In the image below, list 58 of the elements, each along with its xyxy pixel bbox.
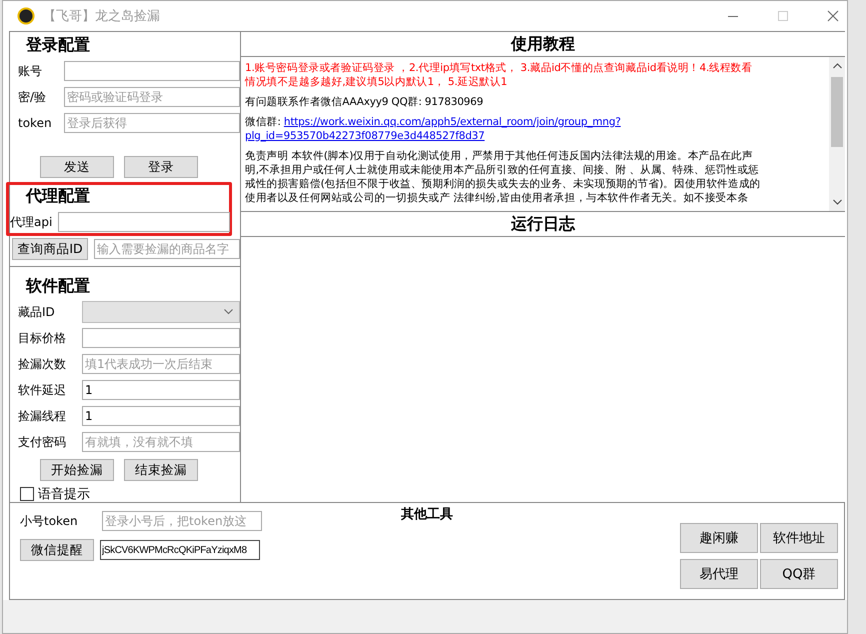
input-field[interactable]: 填1代表成功一次后结束	[82, 354, 240, 374]
maximize-icon[interactable]	[777, 10, 789, 22]
tool-button[interactable]: 软件地址	[760, 523, 838, 553]
input-field[interactable]: 输入需要捡漏的商品名字	[94, 239, 240, 259]
checkbox-label: 语音提示	[38, 486, 90, 503]
action-button[interactable]: 登录	[124, 156, 198, 178]
query-button[interactable]: 查询商品ID	[12, 238, 88, 260]
action-button[interactable]: 结束捡漏	[124, 459, 198, 481]
text-line: 有问题联系作者微信AAAxyy9 QQ群: 917830969	[245, 95, 484, 109]
close-icon[interactable]	[827, 10, 839, 22]
action-button[interactable]: 开始捡漏	[40, 459, 114, 481]
link[interactable]: plg_id=953570b42273f08779e3d448527f8d37	[245, 130, 485, 142]
text-line: 免责声明 本软件(脚本)仅用于自动化测试使用，严禁用于其他任何违反国内法律法规的用途。本产品在此声	[245, 149, 754, 163]
action-button[interactable]: 发送	[40, 156, 114, 178]
field-label: 支付密码	[17, 434, 67, 450]
field-label: 藏品ID	[17, 304, 56, 320]
link-label: 微信群:	[245, 116, 282, 128]
app-logo-icon	[17, 7, 35, 25]
checkbox[interactable]	[20, 487, 34, 501]
text-line: 1.账号密码登录或者验证码登录 ，2.代理ip填写txt格式， 3.藏品id不懂的点查询藏品id看说明！4.线程数看	[245, 61, 754, 75]
tool-button[interactable]: QQ群	[760, 559, 838, 589]
window-title: 【飞哥】龙之岛捡漏	[43, 8, 160, 25]
input-field[interactable]	[64, 61, 240, 81]
scroll-down-icon[interactable]	[832, 199, 842, 205]
field-label: 捡漏线程	[17, 408, 67, 424]
input-field[interactable]: 1	[82, 380, 240, 400]
input-field[interactable]: jSkCV6KWPMcRcQKiPFaYziqxM8	[100, 540, 260, 560]
link[interactable]: https://work.weixin.qq.com/apph5/external_room/join/group_mng?	[284, 116, 621, 128]
field-label: 目标价格	[17, 330, 67, 346]
field-label: 软件延迟	[17, 382, 67, 398]
field-label: 捡漏次数	[17, 356, 67, 372]
input-field[interactable]: 登录小号后，把token放这	[102, 511, 262, 531]
text-line: 明,不承担用户或任何人士就使用或未能使用本产品所引致的任何直接、间接、附 、从属、特殊、惩罚性或惩	[245, 163, 760, 177]
section-heading: 代理配置	[24, 185, 91, 207]
panel-heading: 使用教程	[241, 32, 845, 57]
input-field[interactable]: 密码或验证码登录	[64, 87, 240, 107]
scroll-up-icon[interactable]	[832, 63, 842, 69]
field-label: token	[17, 116, 53, 130]
caret-icon	[224, 309, 233, 315]
field-label: 账号	[17, 62, 43, 80]
scrollbar[interactable]	[829, 57, 845, 211]
input-field[interactable]: 1	[82, 406, 240, 426]
input-field[interactable]	[82, 328, 240, 348]
section-heading: 软件配置	[24, 275, 91, 297]
section-heading: 其他工具	[400, 506, 454, 523]
text-line: 使用者以及任何网站或公司的一切损失或产 法律纠纷,皆由使用者承担，与本软件作者无关。如不接受本条	[245, 191, 750, 205]
field-label: 代理api	[10, 214, 54, 230]
tool-button[interactable]: 趣闲赚	[680, 523, 758, 553]
tool-button[interactable]: 易代理	[680, 559, 758, 589]
text-line: 戒性的损害赔偿(包括但不限于收益、预期利润的损失或失去的业务、未实现预期的节省)。因使用软件造成的	[245, 177, 762, 191]
section-heading: 登录配置	[24, 34, 91, 56]
input-field[interactable]: 有就填，没有就不填	[82, 432, 240, 452]
text-line: 情况填不是越多越好,建议填5以内默认1， 5.延迟默认1	[245, 75, 508, 89]
remind-button[interactable]: 微信提醒	[20, 539, 94, 561]
input-field[interactable]: 登录后获得	[64, 113, 240, 133]
field-label: 小号token	[20, 512, 79, 530]
field-label: 密/验	[17, 88, 48, 106]
input-field[interactable]	[58, 212, 230, 232]
